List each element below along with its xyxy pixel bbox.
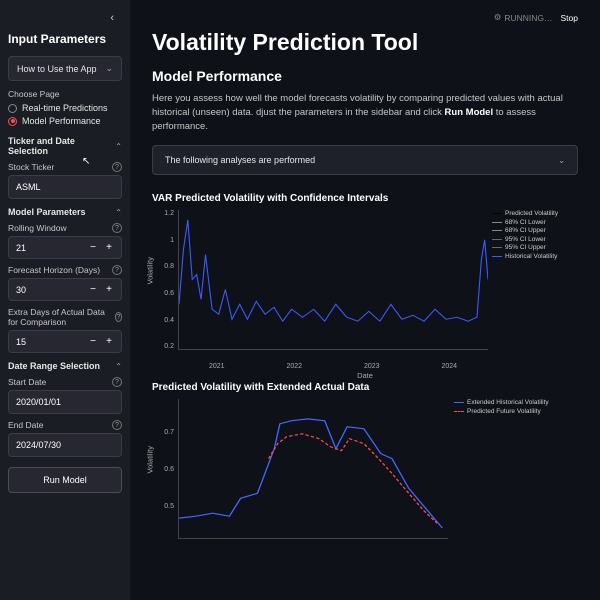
plus-button[interactable]: + [104, 284, 114, 295]
help-icon[interactable]: ? [115, 312, 122, 322]
plot-area [178, 210, 488, 350]
run-model-button[interactable]: Run Model [8, 467, 122, 493]
page-radio-group: Real-time Predictions Model Performance [8, 103, 122, 126]
help-icon[interactable]: ? [112, 377, 122, 387]
chevron-down-icon: ⌄ [105, 63, 113, 74]
chart2-title: Predicted Volatility with Extended Actua… [152, 382, 578, 393]
help-icon[interactable]: ? [112, 223, 122, 233]
stop-button[interactable]: Stop [561, 13, 579, 23]
section-date-range[interactable]: Date Range Selection ⌃ [8, 361, 122, 371]
help-icon[interactable]: ? [112, 420, 122, 430]
start-date-input[interactable] [8, 390, 122, 414]
running-status: ⚙RUNNING… [494, 12, 553, 23]
start-date-label: Start Date [8, 377, 46, 387]
forecast-horizon-stepper[interactable]: 30 −+ [8, 278, 122, 301]
minus-button[interactable]: − [88, 284, 98, 295]
plot-area [178, 399, 448, 539]
help-icon[interactable]: ? [112, 265, 122, 275]
help-icon[interactable]: ? [112, 162, 122, 172]
running-icon: ⚙ [494, 12, 502, 23]
y-axis: 1.210.80.60.40.2 [152, 210, 174, 350]
end-date-label: End Date [8, 420, 43, 430]
radio-icon [8, 104, 17, 113]
radio-realtime[interactable]: Real-time Predictions [8, 103, 122, 113]
chevron-up-icon: ⌃ [115, 142, 122, 151]
end-date-input[interactable] [8, 433, 122, 457]
radio-model-performance[interactable]: Model Performance [8, 116, 122, 126]
description: Here you assess how well the model forec… [152, 92, 578, 133]
x-axis: 2021202220232024 [178, 363, 488, 370]
section-heading: Model Performance [152, 68, 578, 84]
stock-ticker-input[interactable] [8, 175, 122, 199]
radio-icon [8, 117, 17, 126]
chart2-legend: Extended Historical Volatility Predicted… [454, 399, 582, 416]
chart-var-predicted: Volatility 1.210.80.60.40.2 202120222023… [152, 210, 578, 370]
rolling-window-stepper[interactable]: 21 −+ [8, 236, 122, 259]
minus-button[interactable]: − [88, 242, 98, 253]
sidebar-heading: Input Parameters [8, 32, 122, 46]
plus-button[interactable]: + [104, 336, 114, 347]
chevron-up-icon: ⌃ [115, 362, 122, 371]
plus-button[interactable]: + [104, 242, 114, 253]
chart1-legend: Predicted Volatility 68% CI Lower 68% CI… [492, 210, 582, 261]
page-title: Volatility Prediction Tool [152, 29, 578, 56]
stock-ticker-label: Stock Ticker [8, 162, 54, 172]
howto-expander[interactable]: How to Use the App ⌄ [8, 56, 122, 81]
chart-extended-actual: Volatility 0.70.60.5 Extended Historical… [152, 399, 578, 559]
extra-days-stepper[interactable]: 15 −+ [8, 330, 122, 353]
chevron-down-icon: ⌄ [558, 156, 565, 165]
section-model-params[interactable]: Model Parameters ⌃ [8, 207, 122, 217]
chevron-up-icon: ⌃ [115, 208, 122, 217]
choose-page-label: Choose Page [8, 89, 122, 99]
collapse-sidebar-button[interactable]: ‹ [8, 8, 122, 28]
section-ticker-date[interactable]: Ticker and Date Selection ⌃ [8, 136, 122, 156]
chart1-title: VAR Predicted Volatility with Confidence… [152, 193, 578, 204]
y-axis: 0.70.60.5 [152, 399, 174, 539]
rolling-window-label: Rolling Window [8, 223, 67, 233]
minus-button[interactable]: − [88, 336, 98, 347]
extra-days-label: Extra Days of Actual Data for Comparison [8, 307, 115, 327]
forecast-horizon-label: Forecast Horizon (Days) [8, 265, 100, 275]
analyses-expander[interactable]: The following analyses are performed ⌄ [152, 145, 578, 175]
